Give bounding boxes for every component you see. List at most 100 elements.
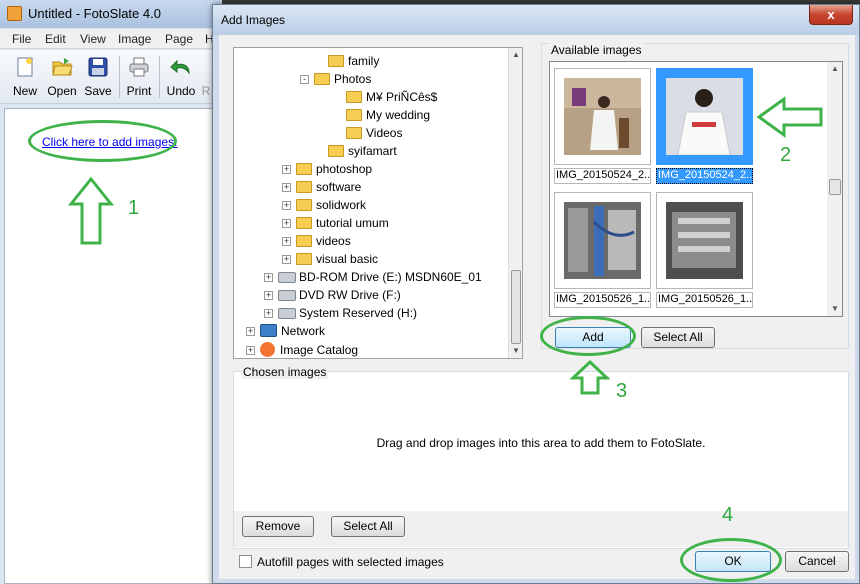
tree-item-solidwork[interactable]: + solidwork [282,198,366,216]
annotation-arrow-up-3 [570,360,610,395]
tree-item-videos[interactable]: Videos [346,126,402,144]
main-titlebar[interactable]: Untitled - FotoSlate 4.0 [0,0,222,28]
folder-icon [346,127,362,139]
autofill-label: Autofill pages with selected images [257,555,444,569]
save-button[interactable]: Save [80,54,116,100]
tree-item-image-catalog[interactable]: + Image Catalog [246,342,358,358]
tree-item-m-pri-c-s[interactable]: M¥ PriÑCês$ [346,90,437,108]
save-disk-icon [88,57,108,77]
tree-item-label: Videos [366,126,403,140]
folder-tree[interactable]: family - Photos M¥ PriÑCês$ My wedding Videos… [233,47,523,359]
expand-icon[interactable]: + [246,346,255,355]
tree-item-label: BD-ROM Drive (E:) MSDN60E_01 [299,270,482,284]
expand-icon[interactable]: + [282,219,291,228]
image-caption: IMG_20150526_1... [656,292,753,308]
image-catalog-icon [260,342,275,357]
chosen-select-all-button[interactable]: Select All [331,516,405,537]
new-button[interactable]: New [7,54,43,100]
photo-girl-dress-icon [564,78,641,155]
print-button[interactable]: Print [121,54,157,100]
photo-cables-icon [564,202,641,279]
close-button[interactable]: x [809,5,853,25]
tree-scroll-thumb[interactable] [511,270,521,344]
image-caption: IMG_20150526_1... [554,292,651,308]
scroll-down-icon[interactable]: ▼ [831,304,839,313]
toolbar: New Open Save Print Undo R [0,50,222,104]
tree-item-label: videos [316,234,351,248]
tree-item-visual-basic[interactable]: + visual basic [282,252,378,270]
image-thumbnail[interactable]: IMG_20150526_1... [656,192,753,309]
expand-icon[interactable]: + [246,327,255,336]
menu-page[interactable]: Page [165,32,193,46]
image-thumbnail[interactable]: IMG_20150524_2... [554,68,651,185]
network-icon [260,324,277,337]
expand-icon[interactable]: + [264,291,273,300]
tree-item-label: My wedding [366,108,431,122]
menu-file[interactable]: File [12,32,31,46]
scroll-down-icon[interactable]: ▼ [512,346,520,355]
tree-item-software[interactable]: + software [282,180,361,198]
expand-icon[interactable]: + [282,165,291,174]
tree-item-label: photoshop [316,162,373,176]
folder-icon [346,109,362,121]
tree-item-label: family [348,54,380,68]
folder-icon [314,73,330,85]
tree-item-videos[interactable]: + videos [282,234,351,252]
redo-button[interactable]: R [199,54,213,100]
annotation-arrow-left-2 [756,96,823,138]
tree-item-my-wedding[interactable]: My wedding [346,108,430,126]
collapse-icon[interactable]: - [300,75,309,84]
menu-image[interactable]: Image [118,32,151,46]
available-images-label: Available images [549,43,644,57]
tree-item-syifamart[interactable]: syifamart [328,144,397,162]
tree-item-label: tutorial umum [316,216,389,230]
photo-rack-icon [666,202,743,279]
tree-item-dvd-rw-drive-f[interactable]: + DVD RW Drive (F:) [264,288,401,306]
tree-item-tutorial-umum[interactable]: + tutorial umum [282,216,389,234]
undo-button[interactable]: Undo [163,54,199,100]
main-window-title: Untitled - FotoSlate 4.0 [28,6,161,21]
folder-icon [296,163,312,175]
expand-icon[interactable]: + [282,255,291,264]
folder-icon [296,253,312,265]
tree-item-photos[interactable]: - Photos [300,72,371,90]
image-caption: IMG_20150524_2... [554,168,651,184]
scroll-up-icon[interactable]: ▲ [831,64,839,73]
tree-item-label: M¥ PriÑCês$ [366,90,438,104]
new-document-icon [17,57,33,77]
tree-item-photoshop[interactable]: + photoshop [282,162,372,180]
annotation-arrow-up-1 [68,176,114,245]
tree-item-network[interactable]: + Network [246,324,325,342]
scroll-up-icon[interactable]: ▲ [512,50,520,59]
expand-icon[interactable]: + [282,183,291,192]
tree-item-label: syifamart [348,144,397,158]
tree-item-system-reserved-h[interactable]: + System Reserved (H:) [264,306,417,324]
dialog-titlebar[interactable]: Add Images x [213,5,859,35]
tree-item-label: visual basic [316,252,379,266]
image-thumbnail[interactable]: IMG_20150526_1... [554,192,651,309]
select-all-button[interactable]: Select All [641,327,715,348]
autofill-checkbox[interactable] [239,555,252,568]
folder-icon [296,181,312,193]
drive-icon [278,272,296,283]
annotation-ellipse-1 [28,120,177,162]
tree-item-bd-rom-drive-e-msdn60e-01[interactable]: + BD-ROM Drive (E:) MSDN60E_01 [264,270,482,288]
remove-button[interactable]: Remove [242,516,314,537]
folder-icon [296,217,312,229]
tree-item-label: System Reserved (H:) [299,306,418,320]
tree-item-label: software [316,180,362,194]
expand-icon[interactable]: + [264,273,273,282]
tree-item-family[interactable]: family [328,54,379,72]
expand-icon[interactable]: + [264,309,273,318]
open-button[interactable]: Open [44,54,80,100]
expand-icon[interactable]: + [282,237,291,246]
annotation-ellipse-4 [680,538,782,582]
menu-view[interactable]: View [80,32,106,46]
dropzone-hint: Drag and drop images into this area to a… [376,436,706,450]
images-scroll-thumb[interactable] [829,179,841,195]
image-thumbnail-selected[interactable]: IMG_20150524_2... [656,68,753,185]
expand-icon[interactable]: + [282,201,291,210]
menu-edit[interactable]: Edit [45,32,66,46]
cancel-button[interactable]: Cancel [785,551,849,572]
open-folder-icon [52,58,73,76]
